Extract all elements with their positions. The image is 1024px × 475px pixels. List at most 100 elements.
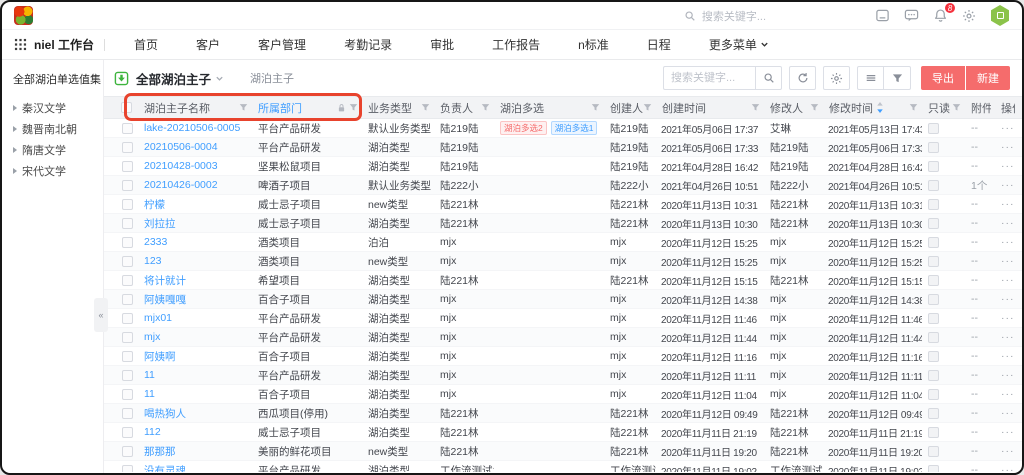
row-checkbox[interactable]	[122, 123, 133, 134]
filter-funnel-icon[interactable]	[643, 103, 652, 112]
collapse-sidebar-button[interactable]: «	[94, 298, 108, 332]
table-row[interactable]: 柠檬威士忌子项目new类型陆221林陆221林2020年11月13日 10:31…	[104, 195, 1022, 214]
row-actions-button[interactable]: ···	[995, 274, 1019, 286]
column-header-name[interactable]: 湖泊主子名称	[138, 100, 252, 116]
record-link[interactable]: 阿姨啊	[138, 349, 252, 364]
record-link[interactable]: 20210506-0004	[138, 141, 252, 153]
row-checkbox[interactable]	[122, 161, 133, 172]
record-link[interactable]: 刘拉拉	[138, 216, 252, 231]
chat-icon[interactable]	[904, 8, 919, 23]
sort-desc-icon[interactable]	[876, 102, 884, 113]
row-checkbox[interactable]	[122, 180, 133, 191]
column-header-modifier[interactable]: 修改人	[764, 100, 823, 116]
nav-item[interactable]: 考勤记录	[325, 36, 411, 53]
filter-funnel-icon[interactable]	[591, 103, 600, 112]
table-row[interactable]: 20210506-0004平台产品研发湖泊类型陆219陆陆219陆2021年05…	[104, 138, 1022, 157]
filter-funnel-icon[interactable]	[909, 103, 918, 112]
card-icon[interactable]	[875, 8, 890, 23]
record-link[interactable]: 123	[138, 255, 252, 267]
table-row[interactable]: mjx01平台产品研发湖泊类型mjxmjx2020年11月12日 11:46mj…	[104, 309, 1022, 328]
chevron-down-icon[interactable]	[215, 74, 224, 83]
table-row[interactable]: 将计就计希望项目湖泊类型陆221林陆221林2020年11月12日 15:15陆…	[104, 271, 1022, 290]
filter-funnel-icon[interactable]	[751, 103, 760, 112]
row-checkbox[interactable]	[122, 142, 133, 153]
record-link[interactable]: mjx	[138, 331, 252, 343]
record-link[interactable]: 2333	[138, 236, 252, 248]
row-checkbox[interactable]	[122, 218, 133, 229]
table-row[interactable]: 11平台产品研发湖泊类型mjxmjx2020年11月12日 11:11mjx20…	[104, 366, 1022, 385]
row-actions-button[interactable]: ···	[995, 445, 1019, 457]
row-checkbox[interactable]	[122, 389, 133, 400]
row-checkbox[interactable]	[122, 313, 133, 324]
table-row[interactable]: 刘拉拉威士忌子项目湖泊类型陆221林陆221林2020年11月13日 10:30…	[104, 214, 1022, 233]
row-checkbox[interactable]	[122, 370, 133, 381]
table-row[interactable]: 11百合子项目湖泊类型mjxmjx2020年11月12日 11:04mjx202…	[104, 385, 1022, 404]
column-header-readonly[interactable]: 只读	[922, 100, 965, 116]
filter-funnel-icon[interactable]	[952, 103, 961, 112]
list-view-button[interactable]	[857, 66, 884, 90]
view-title[interactable]: 全部湖泊主子	[136, 69, 211, 88]
gear-icon[interactable]	[962, 9, 976, 23]
record-link[interactable]: 柠檬	[138, 197, 252, 212]
row-actions-button[interactable]: ···	[995, 160, 1019, 172]
row-actions-button[interactable]: ···	[995, 255, 1019, 267]
record-link[interactable]: 20210426-0002	[138, 179, 252, 191]
record-link[interactable]: 20210428-0003	[138, 160, 252, 172]
table-row[interactable]: lake-20210506-0005平台产品研发默认业务类型陆219陆湖泊多选2…	[104, 119, 1022, 138]
nav-item[interactable]: 客户管理	[239, 36, 325, 53]
row-actions-button[interactable]: ···	[995, 331, 1019, 343]
row-actions-button[interactable]: ···	[995, 350, 1019, 362]
row-actions-button[interactable]: ···	[995, 388, 1019, 400]
record-link[interactable]: 没有灵魂	[138, 463, 252, 473]
sidebar-item[interactable]: 隋唐文学	[13, 139, 103, 160]
table-row[interactable]: 123酒类项目new类型mjxmjx2020年11月12日 15:25mjx20…	[104, 252, 1022, 271]
row-checkbox[interactable]	[122, 408, 133, 419]
column-header-created[interactable]: 创建时间	[656, 100, 764, 116]
row-checkbox[interactable]	[122, 332, 133, 343]
column-header-owner[interactable]: 负责人	[434, 100, 494, 116]
filter-funnel-icon[interactable]	[421, 103, 430, 112]
record-link[interactable]: 11	[138, 388, 252, 400]
column-header-multi[interactable]: 湖泊多选	[494, 100, 604, 116]
filter-funnel-icon[interactable]	[349, 103, 358, 112]
nav-item[interactable]: 首页	[115, 36, 177, 53]
row-actions-button[interactable]: ···	[995, 293, 1019, 305]
row-checkbox[interactable]	[122, 294, 133, 305]
row-checkbox[interactable]	[122, 351, 133, 362]
row-checkbox[interactable]	[122, 465, 133, 473]
row-actions-button[interactable]: ···	[995, 198, 1019, 210]
table-row[interactable]: mjx平台产品研发湖泊类型mjxmjx2020年11月12日 11:44mjx2…	[104, 328, 1022, 347]
record-link[interactable]: 阿姨嘎嘎	[138, 292, 252, 307]
row-checkbox[interactable]	[122, 256, 133, 267]
record-link[interactable]: 那那那	[138, 444, 252, 459]
row-actions-button[interactable]: ···	[995, 312, 1019, 324]
global-search[interactable]: 搜索关键字...	[684, 8, 766, 24]
table-row[interactable]: 没有灵魂平台产品研发湖泊类型工作流测试1工作流测试12020年11月11日 19…	[104, 461, 1022, 472]
column-header-modified[interactable]: 修改时间	[823, 100, 922, 116]
avatar[interactable]	[990, 5, 1010, 26]
nav-item[interactable]: 日程	[628, 36, 690, 53]
nav-more-menu[interactable]: 更多菜单	[690, 36, 779, 53]
record-link[interactable]: 将计就计	[138, 273, 252, 288]
table-search-input[interactable]	[663, 66, 755, 90]
nav-item[interactable]: n标准	[559, 36, 628, 53]
row-checkbox[interactable]	[122, 275, 133, 286]
create-button[interactable]: 新建	[966, 66, 1010, 90]
row-actions-button[interactable]: ···	[995, 217, 1019, 229]
table-row[interactable]: 阿姨啊百合子项目湖泊类型mjxmjx2020年11月12日 11:16mjx20…	[104, 347, 1022, 366]
row-checkbox[interactable]	[122, 199, 133, 210]
nav-item[interactable]: 客户	[177, 36, 239, 53]
filter-funnel-icon[interactable]	[810, 103, 819, 112]
row-checkbox[interactable]	[122, 237, 133, 248]
sidebar-item[interactable]: 宋代文学	[13, 160, 103, 181]
column-header-type[interactable]: 业务类型	[362, 100, 434, 116]
column-header-dept[interactable]: 所属部门	[252, 100, 362, 116]
refresh-button[interactable]	[789, 66, 816, 90]
record-link[interactable]: 112	[138, 426, 252, 438]
row-actions-button[interactable]: ···	[995, 426, 1019, 438]
filter-funnel-icon[interactable]	[481, 103, 490, 112]
bell-icon[interactable]: 8	[933, 8, 948, 23]
table-row[interactable]: 阿姨嘎嘎百合子项目湖泊类型mjxmjx2020年11月12日 14:38mjx2…	[104, 290, 1022, 309]
table-row[interactable]: 那那那美丽的鲜花项目new类型陆221林陆221林2020年11月11日 19:…	[104, 442, 1022, 461]
table-row[interactable]: 2333酒类项目泊泊mjxmjx2020年11月12日 15:25mjx2020…	[104, 233, 1022, 252]
